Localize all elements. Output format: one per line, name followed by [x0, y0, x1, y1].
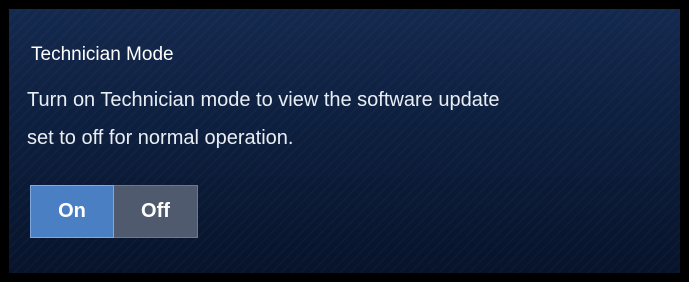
- description-line-2: set to off for normal operation.: [27, 127, 294, 149]
- off-button[interactable]: Off: [114, 185, 198, 238]
- description-line-1: Turn on Technician mode to view the soft…: [27, 89, 500, 111]
- setting-description: Turn on Technician mode to view the soft…: [27, 81, 680, 157]
- on-off-toggle: On Off: [30, 185, 198, 238]
- setting-title: Technician Mode: [31, 44, 174, 65]
- on-button[interactable]: On: [30, 185, 114, 238]
- technician-mode-panel: Technician Mode Turn on Technician mode …: [0, 0, 689, 282]
